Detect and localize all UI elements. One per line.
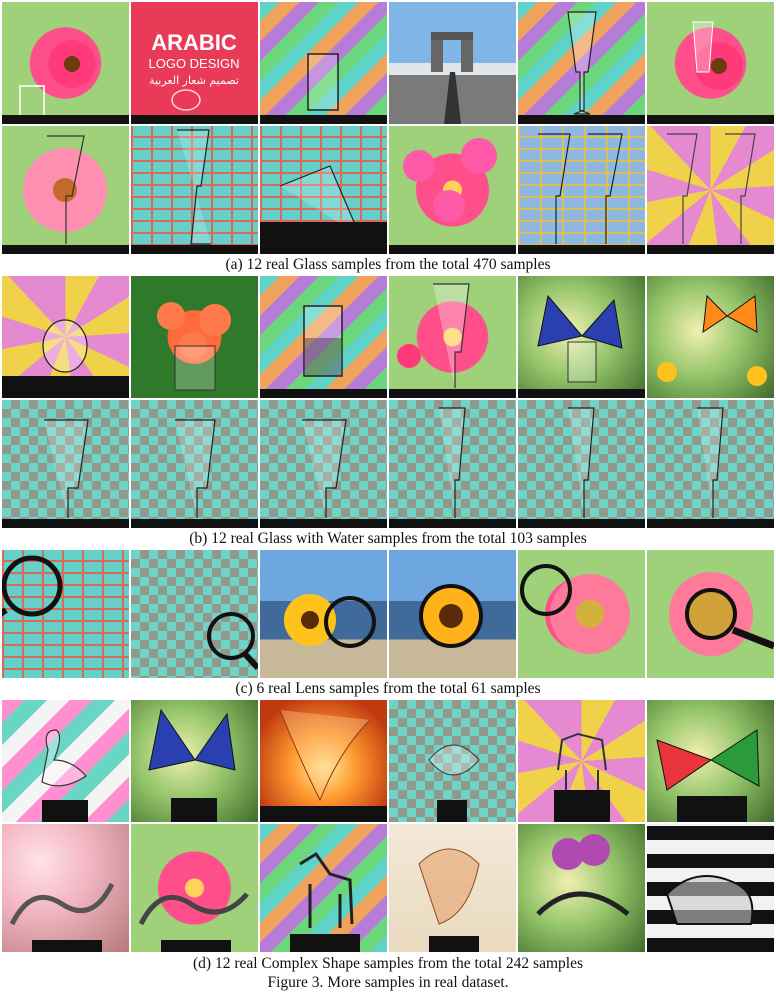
- dark-base: [389, 389, 516, 398]
- logo-graphic: ARABIC LOGO DESIGN تصميم شعار العربية: [148, 30, 240, 111]
- dark-base: [647, 519, 774, 528]
- dark-base: [260, 519, 387, 528]
- butterfly-icon: [537, 294, 623, 383]
- glass-row-1: ARABIC LOGO DESIGN تصميم شعار العربية: [2, 2, 774, 124]
- dark-base: [518, 245, 645, 254]
- magnifier-icon: [669, 572, 774, 656]
- dark-base: [260, 115, 387, 124]
- image-tile: [518, 276, 645, 398]
- image-tile: [389, 276, 516, 398]
- bull-figurine-icon: [665, 875, 754, 925]
- image-tile: [131, 824, 258, 952]
- flower-icon: [19, 40, 96, 117]
- figurine-icon: [418, 848, 480, 952]
- complex-row-1: [2, 700, 774, 822]
- image-tile: [260, 700, 387, 822]
- dark-base: [389, 519, 516, 528]
- image-tile: [2, 700, 129, 822]
- image-tile: [647, 276, 774, 398]
- glass-row-2: [2, 126, 774, 254]
- dragon-figurine-icon: [138, 892, 249, 952]
- magnifier-icon: [2, 555, 63, 617]
- caption-lens: (c) 6 real Lens samples from the total 6…: [235, 680, 541, 697]
- dark-base: [518, 389, 645, 398]
- image-tile: [131, 126, 258, 254]
- dark-base: [131, 519, 258, 528]
- image-tile: [389, 550, 516, 678]
- glass-water-row-2: [2, 400, 774, 528]
- image-tile: [389, 824, 516, 952]
- image-tile: [389, 126, 516, 254]
- logo-line-3: تصميم شعار العربية: [149, 74, 239, 87]
- dark-base: [2, 115, 129, 124]
- image-tile: [260, 400, 387, 528]
- fish-figurine-icon: [428, 744, 480, 822]
- image-tile: [260, 550, 387, 678]
- image-tile: [260, 824, 387, 952]
- dark-base: [260, 389, 387, 398]
- image-tile: [2, 2, 129, 124]
- image-tile: [260, 276, 387, 398]
- image-tile: [647, 400, 774, 528]
- swan-figurine-icon: [41, 729, 88, 822]
- image-tile: [647, 824, 774, 952]
- goat-figurine-icon: [290, 851, 360, 952]
- caption-glass: (a) 12 real Glass samples from the total…: [225, 256, 551, 273]
- image-tile: [2, 126, 129, 254]
- image-tile: [518, 700, 645, 822]
- dark-base: [131, 115, 258, 124]
- dark-base: [2, 519, 129, 528]
- wine-glass-icon: [567, 11, 597, 115]
- image-tile: [2, 276, 129, 398]
- image-tile: [260, 126, 387, 254]
- image-tile: [518, 2, 645, 124]
- dark-base: [518, 115, 645, 124]
- glass-water-row-1: [2, 276, 774, 398]
- image-tile: [131, 700, 258, 822]
- image-tile: [2, 550, 129, 678]
- lens-row: [2, 550, 774, 678]
- dark-base: [647, 115, 774, 124]
- image-tile: [131, 550, 258, 678]
- image-tile: [389, 2, 516, 124]
- butterfly-icon: [148, 708, 236, 822]
- logo-line-1: ARABIC: [151, 30, 237, 55]
- image-tile: [518, 550, 645, 678]
- caption-glass-water: (b) 12 real Glass with Water samples fro…: [189, 530, 587, 547]
- magnifier-icon: [284, 594, 376, 648]
- dragon-figurine-icon: [9, 882, 115, 952]
- image-tile: [131, 400, 258, 528]
- image-tile: [518, 400, 645, 528]
- image-tile: [389, 700, 516, 822]
- image-tile: [647, 126, 774, 254]
- image-tile: [131, 276, 258, 398]
- image-tile: [2, 824, 129, 952]
- glass-icon: [307, 53, 339, 111]
- complex-row-2: [2, 824, 774, 952]
- caption-complex-shape: (d) 12 real Complex Shape samples from t…: [193, 955, 583, 972]
- dark-base: [2, 245, 129, 254]
- horse-figurine-icon: [554, 732, 610, 822]
- image-tile: ARABIC LOGO DESIGN تصميم شعار العربية: [131, 2, 258, 124]
- image-tile: [2, 400, 129, 528]
- image-tile: [647, 700, 774, 822]
- image-tile: [647, 2, 774, 124]
- butterfly-icon: [657, 294, 767, 386]
- image-tile: [518, 824, 645, 952]
- image-tile: [389, 400, 516, 528]
- butterfly-icon: [656, 729, 760, 822]
- image-tile: [647, 550, 774, 678]
- magnifier-icon: [520, 564, 630, 654]
- magnifier-icon: [207, 612, 258, 671]
- logo-line-2: LOGO DESIGN: [148, 56, 239, 71]
- figurine-icon: [536, 834, 630, 916]
- dark-base: [389, 245, 516, 254]
- image-tile: [518, 126, 645, 254]
- dark-base: [647, 245, 774, 254]
- dark-base: [518, 519, 645, 528]
- figure-caption: Figure 3. More samples in real dataset.: [267, 974, 509, 991]
- image-tile: [260, 2, 387, 124]
- magnifier-icon: [419, 584, 483, 648]
- dark-base: [131, 245, 258, 254]
